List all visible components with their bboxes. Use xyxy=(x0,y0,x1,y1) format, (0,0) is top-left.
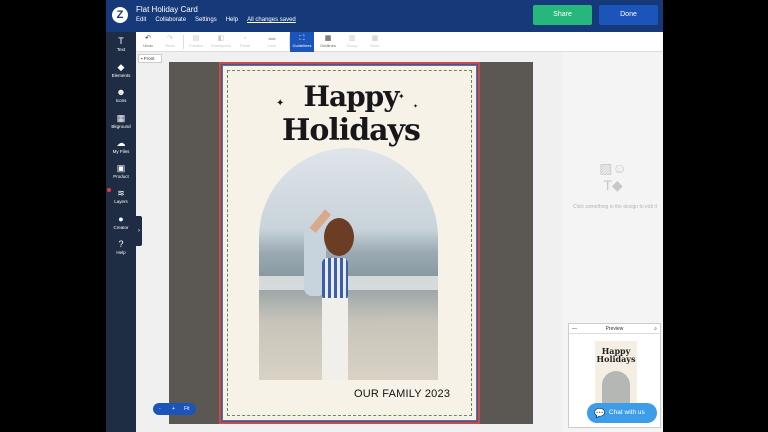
redo-icon: ↷ xyxy=(167,35,173,42)
creator-avatar-icon: ● xyxy=(118,214,124,224)
menu-help[interactable]: Help xyxy=(226,17,238,23)
shapes-icon: ◆ xyxy=(611,177,623,193)
group-icon: ▥ xyxy=(348,35,356,42)
lock-icon: ▬ xyxy=(268,35,276,42)
sidebar-item-layers[interactable]: ≋ Layers xyxy=(106,187,136,213)
menu-edit[interactable]: Edit xyxy=(136,17,146,23)
lock-button[interactable]: ▬ Lock xyxy=(260,32,284,52)
sidebar-item-text[interactable]: T Text xyxy=(106,35,136,61)
smiley-icon: ☻ xyxy=(116,87,126,97)
workspace-icon: ◧ xyxy=(217,35,225,42)
zoom-out-button[interactable]: - xyxy=(159,403,161,415)
save-status[interactable]: All changes saved xyxy=(247,17,296,23)
menu-collaborate[interactable]: Collaborate xyxy=(155,17,186,23)
undo-icon: ↶ xyxy=(145,35,151,42)
position-icon: ▤ xyxy=(192,35,200,42)
paste-button[interactable]: ▫ Paste xyxy=(233,32,257,52)
product-icon: ▣ xyxy=(116,163,126,173)
notification-dot xyxy=(107,188,111,192)
sidebar-item-product[interactable]: ▣ Product xyxy=(106,162,136,188)
card-footer-text[interactable]: OUR FAMILY 2023 xyxy=(354,388,450,400)
photo-person xyxy=(304,198,359,380)
sidebar-item-background[interactable]: ▦ Bkground xyxy=(106,112,136,138)
smiley-icon: ☺ xyxy=(612,160,627,176)
undo-button[interactable]: ↶ Undo xyxy=(136,32,160,52)
zoom-in-button[interactable]: + xyxy=(172,403,175,415)
empty-state-hint: Click something in the design to edit it xyxy=(573,204,657,210)
cloud-upload-icon: ☁ xyxy=(116,138,126,148)
help-icon: ? xyxy=(118,239,124,249)
zoom-fit-button[interactable]: Fit xyxy=(184,403,190,415)
left-sidebar: T Text ◆ Elements ☻ Icons ▦ Bkground ☁ My Fil… xyxy=(106,32,136,432)
share-button[interactable]: Share xyxy=(533,5,592,25)
card-photo[interactable] xyxy=(259,148,438,380)
guidelines-icon: ⛶ xyxy=(299,35,305,42)
layers-icon: ≋ xyxy=(117,188,125,198)
sidebar-item-help[interactable]: ? Help xyxy=(106,238,136,264)
editor-toolbar: ↶ Undo ↷ Redo ▤ Position ◧ Workspace ▫ Paste … xyxy=(136,32,663,52)
document-title[interactable]: Flat Holiday Card xyxy=(136,5,198,14)
position-button[interactable]: ▤ Position xyxy=(184,32,208,52)
empty-state-icons: ▨☺ T◆ xyxy=(593,160,633,200)
workspace-button[interactable]: ◧ Workspace xyxy=(209,32,233,52)
gridlines-toggle[interactable]: ▦ Gridlines xyxy=(316,32,340,52)
redo-button[interactable]: ↷ Redo xyxy=(158,32,182,52)
sidebar-item-elements[interactable]: ◆ Elements xyxy=(106,61,136,87)
sidebar-collapse-handle[interactable]: › xyxy=(136,216,142,246)
card-heading-happy[interactable]: Happy xyxy=(271,80,431,113)
search-icon[interactable]: ⌕ xyxy=(654,324,657,334)
paste-icon: ▫ xyxy=(243,35,247,42)
elements-icon: ◆ xyxy=(117,62,125,72)
page-side-tag[interactable]: ▪ Front xyxy=(138,54,162,63)
chat-button[interactable]: 💬 Chat with us xyxy=(587,403,657,423)
zoom-controls: - + Fit xyxy=(153,403,196,415)
card-heading-holidays[interactable]: Holidays xyxy=(256,113,446,148)
sidebar-item-creator[interactable]: ● Creator xyxy=(106,213,136,239)
minimize-icon[interactable]: — xyxy=(572,324,577,334)
done-button[interactable]: Done xyxy=(599,5,658,25)
menu-settings[interactable]: Settings xyxy=(195,17,217,23)
main-menu: Edit Collaborate Settings Help All chang… xyxy=(136,17,296,23)
preview-header: — Preview ⌕ xyxy=(569,324,660,334)
guidelines-toggle[interactable]: ⛶ Guidelines xyxy=(290,32,314,52)
background-icon: ▦ xyxy=(116,113,126,123)
top-bar: Z Flat Holiday Card Edit Collaborate Set… xyxy=(106,0,663,32)
group-button[interactable]: ▥ Group xyxy=(340,32,364,52)
text-icon: T xyxy=(603,177,612,193)
more-button[interactable]: ▦ More xyxy=(363,32,387,52)
app-logo[interactable]: Z xyxy=(112,7,128,23)
chat-icon: 💬 xyxy=(594,408,606,418)
more-icon: ▦ xyxy=(371,35,379,42)
gridlines-icon: ▦ xyxy=(324,35,332,42)
sidebar-item-my-files[interactable]: ☁ My Files xyxy=(106,137,136,163)
sidebar-item-icons[interactable]: ☻ Icons xyxy=(106,86,136,112)
design-editor: Z Flat Holiday Card Edit Collaborate Set… xyxy=(106,0,663,432)
text-icon: T xyxy=(118,36,124,46)
image-icon: ▨ xyxy=(599,160,613,176)
